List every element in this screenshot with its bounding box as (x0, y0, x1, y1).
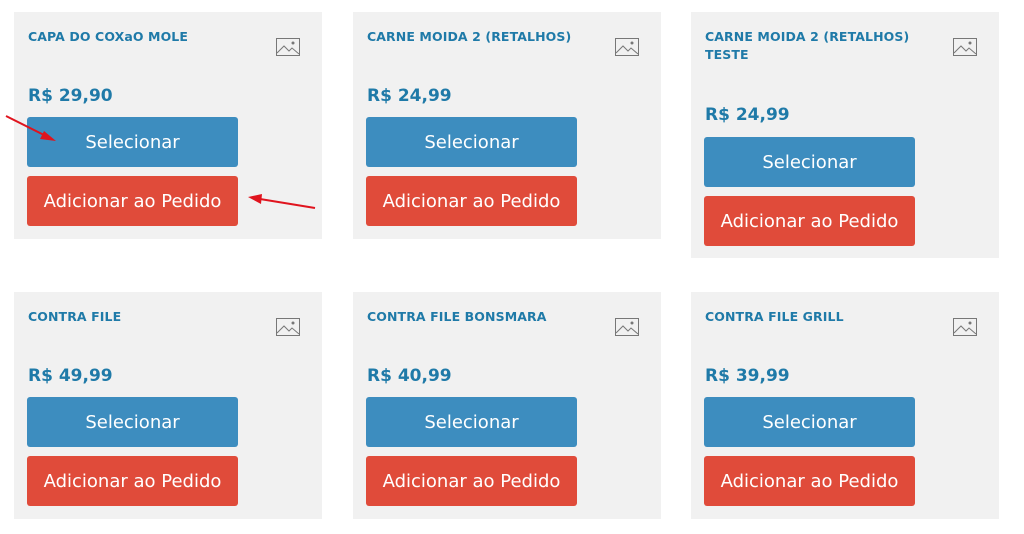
select-button[interactable]: Selecionar (366, 397, 577, 447)
image-placeholder-icon (615, 318, 639, 336)
add-to-order-button[interactable]: Adicionar ao Pedido (27, 456, 238, 506)
product-price: R$ 39,99 (705, 366, 790, 386)
add-to-order-button[interactable]: Adicionar ao Pedido (704, 456, 915, 506)
image-placeholder-icon (276, 38, 300, 56)
product-card: CONTRA FILE GRILL R$ 39,99 Selecionar Ad… (691, 292, 999, 519)
product-card: CARNE MOIDA 2 (RETALHOS) R$ 24,99 Seleci… (353, 12, 661, 239)
product-price: R$ 40,99 (367, 366, 452, 386)
product-price: R$ 29,90 (28, 86, 113, 106)
image-placeholder-icon (276, 318, 300, 336)
add-to-order-button[interactable]: Adicionar ao Pedido (366, 176, 577, 226)
product-card: CAPA DO COXaO MOLE R$ 29,90 Selecionar A… (14, 12, 322, 239)
product-price: R$ 49,99 (28, 366, 113, 386)
product-name: CONTRA FILE (28, 309, 122, 324)
product-name: CONTRA FILE BONSMARA (367, 309, 547, 324)
select-button[interactable]: Selecionar (27, 397, 238, 447)
product-card: CONTRA FILE R$ 49,99 Selecionar Adiciona… (14, 292, 322, 519)
select-button[interactable]: Selecionar (366, 117, 577, 167)
add-to-order-button[interactable]: Adicionar ao Pedido (704, 196, 915, 246)
product-name: CARNE MOIDA 2 (RETALHOS) TESTE (705, 29, 910, 62)
product-name: CONTRA FILE GRILL (705, 309, 844, 324)
product-card: CONTRA FILE BONSMARA R$ 40,99 Selecionar… (353, 292, 661, 519)
add-to-order-button[interactable]: Adicionar ao Pedido (366, 456, 577, 506)
image-placeholder-icon (615, 38, 639, 56)
product-name: CARNE MOIDA 2 (RETALHOS) (367, 29, 572, 44)
select-button[interactable]: Selecionar (27, 117, 238, 167)
product-name: CAPA DO COXaO MOLE (28, 29, 189, 44)
add-to-order-button[interactable]: Adicionar ao Pedido (27, 176, 238, 226)
product-price: R$ 24,99 (705, 105, 790, 125)
image-placeholder-icon (953, 38, 977, 56)
image-placeholder-icon (953, 318, 977, 336)
product-card: CARNE MOIDA 2 (RETALHOS) TESTE R$ 24,99 … (691, 12, 999, 258)
select-button[interactable]: Selecionar (704, 397, 915, 447)
select-button[interactable]: Selecionar (704, 137, 915, 187)
product-price: R$ 24,99 (367, 86, 452, 106)
product-grid: CAPA DO COXaO MOLE R$ 29,90 Selecionar A… (0, 0, 1024, 534)
